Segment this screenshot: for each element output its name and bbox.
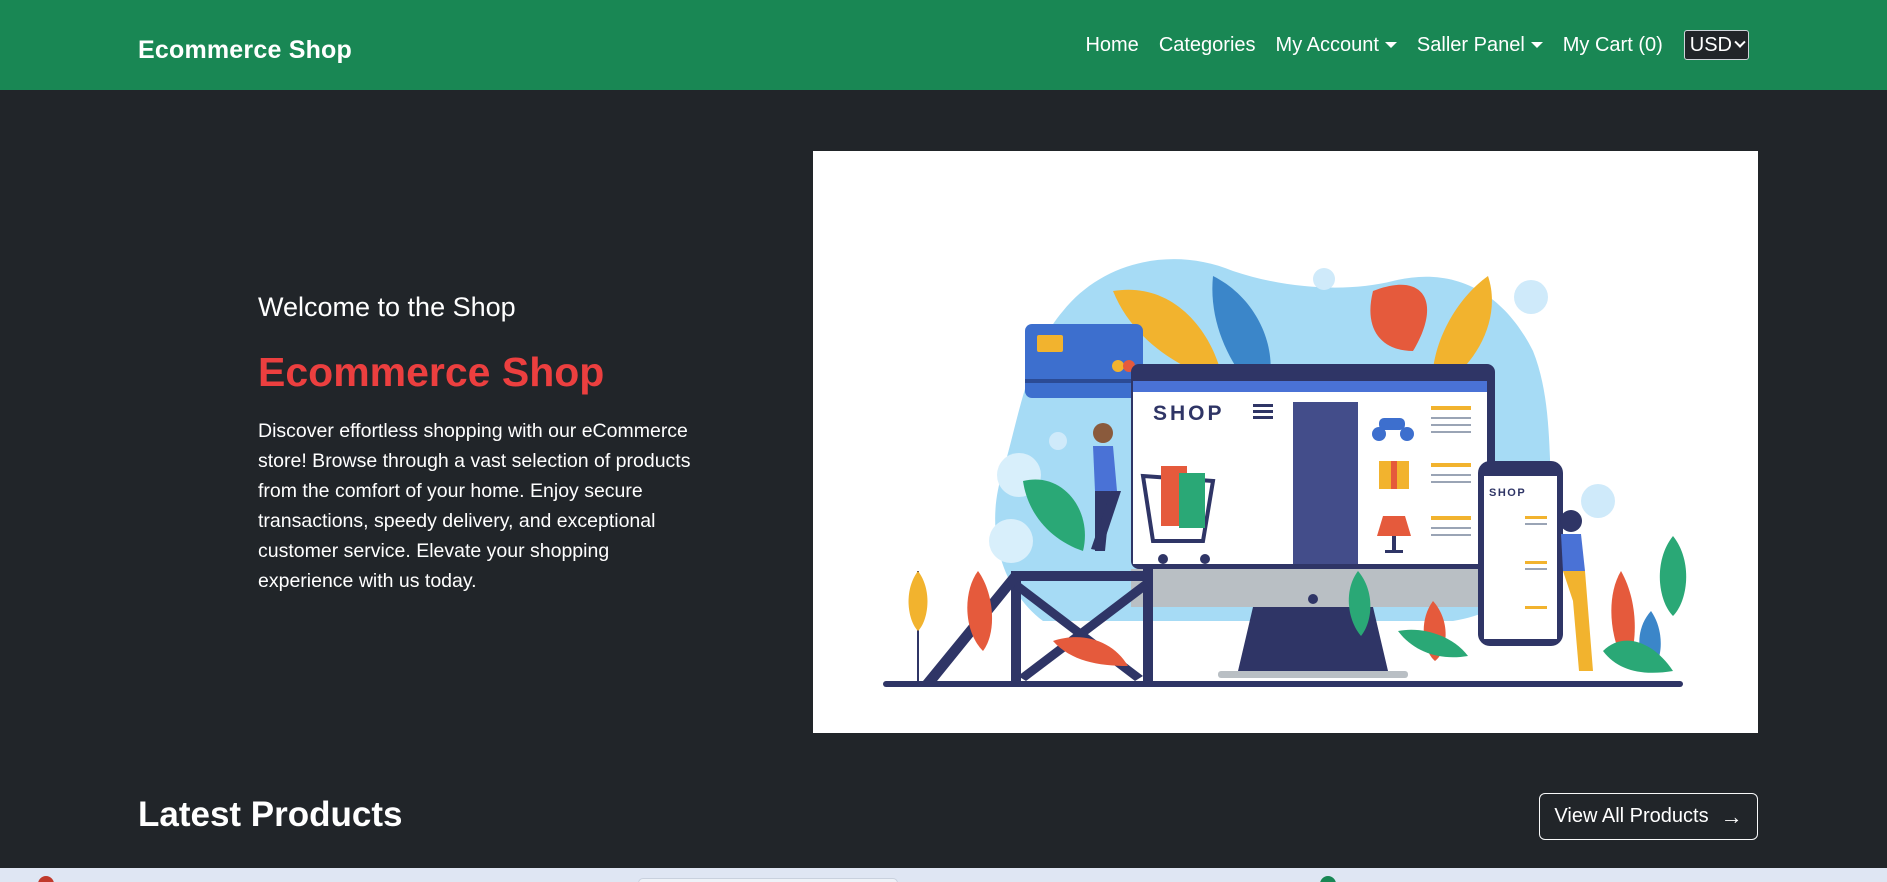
- phone-shop-text: SHOP: [1489, 487, 1526, 499]
- product-cards-strip: [0, 868, 1887, 882]
- nav-menu: Home Categories My Account Saller Panel …: [1065, 30, 1749, 60]
- online-shop-illustration: SHOP SHOP: [883, 259, 1687, 687]
- shop-sign-text: SHOP: [1153, 402, 1225, 425]
- nav-categories[interactable]: Categories: [1159, 34, 1256, 57]
- nav-my-cart[interactable]: My Cart (0): [1563, 34, 1663, 57]
- nav-my-account-dropdown[interactable]: My Account: [1276, 34, 1397, 57]
- chevron-down-icon: [1734, 36, 1746, 48]
- top-navbar: Ecommerce Shop Home Categories My Accoun…: [0, 0, 1887, 90]
- view-all-products-button[interactable]: View All Products →: [1539, 793, 1758, 840]
- currency-value: USD: [1689, 33, 1732, 56]
- product-card-top: [638, 878, 898, 882]
- hero-description: Discover effortless shopping with our eC…: [258, 420, 691, 592]
- nav-my-account-label: My Account: [1275, 33, 1379, 56]
- hero-title: Ecommerce Shop: [258, 349, 605, 395]
- brand-logo[interactable]: Ecommerce Shop: [138, 36, 352, 65]
- caret-down-icon: [1384, 42, 1397, 48]
- currency-select[interactable]: USD: [1683, 30, 1749, 60]
- nav-home-label: Home: [1085, 33, 1139, 56]
- arrow-right-icon: →: [1720, 803, 1743, 829]
- hero-illustration: SHOP SHOP: [813, 151, 1758, 733]
- nav-my-cart-label: My Cart (0): [1562, 33, 1663, 56]
- nav-seller-panel-dropdown[interactable]: Saller Panel: [1417, 34, 1543, 57]
- nav-home[interactable]: Home: [1085, 34, 1138, 57]
- nav-seller-panel-label: Saller Panel: [1416, 33, 1525, 56]
- hero-subtitle: Welcome to the Shop: [258, 292, 516, 322]
- latest-products-heading: Latest Products: [138, 795, 403, 834]
- nav-categories-label: Categories: [1158, 33, 1256, 56]
- view-all-products-label: View All Products: [1554, 805, 1709, 827]
- caret-down-icon: [1530, 42, 1543, 48]
